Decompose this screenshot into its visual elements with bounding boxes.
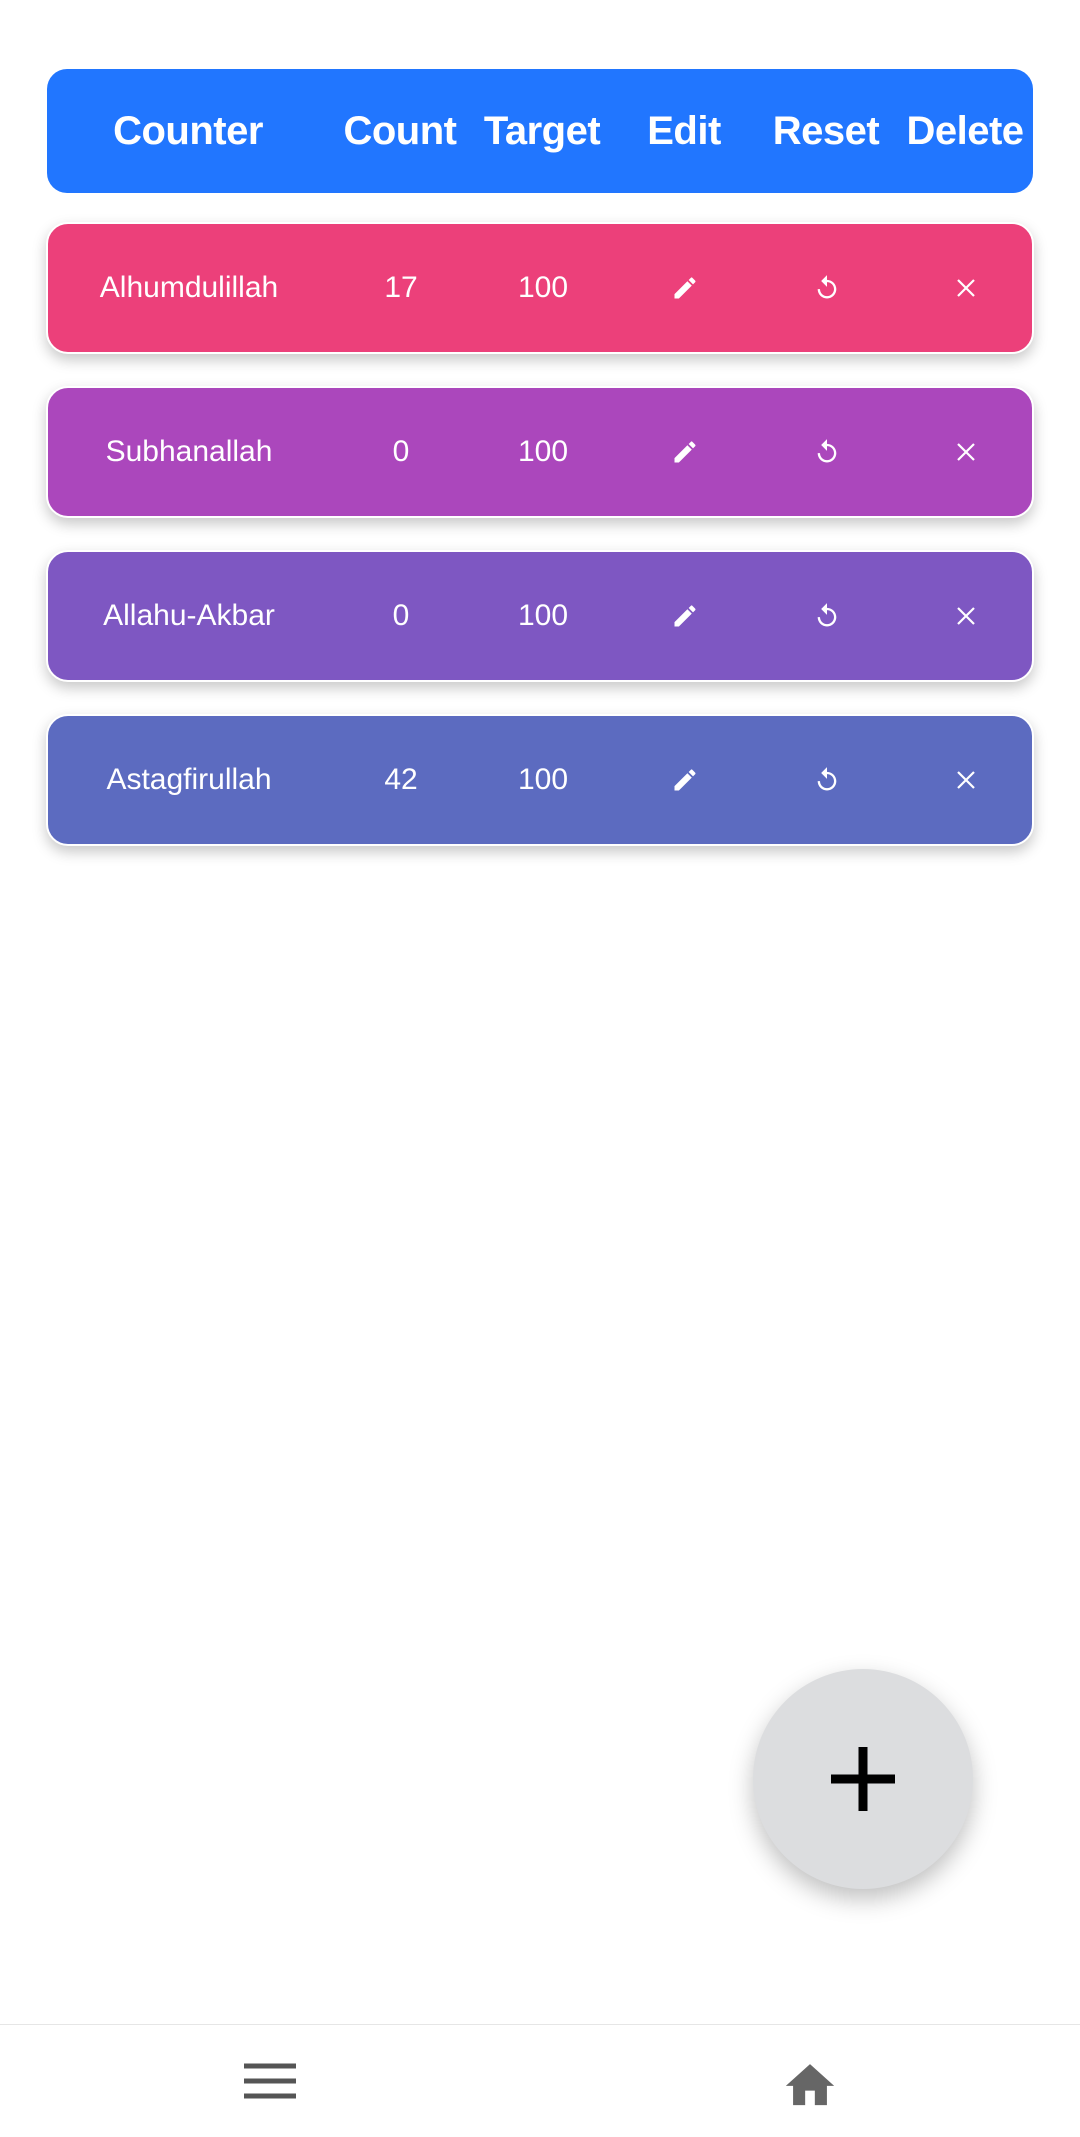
edit-icon	[674, 277, 696, 299]
reset-icon	[817, 603, 837, 627]
edit-icon	[674, 605, 696, 627]
edit-icon	[674, 769, 696, 791]
counter-target: 100	[517, 763, 569, 796]
counter-name: Astagfirullah	[106, 763, 272, 796]
counter-target: 100	[517, 435, 569, 468]
counter-count: 0	[392, 599, 410, 632]
counter-row[interactable]: Allahu-Akbar 0 100	[46, 550, 1034, 682]
header-target: Target	[483, 108, 601, 153]
counter-name: Allahu-Akbar	[103, 599, 275, 632]
home-button[interactable]	[750, 2025, 870, 2137]
close-icon	[957, 279, 975, 297]
add-counter-button[interactable]	[753, 1669, 973, 1889]
header-reset: Reset	[772, 108, 880, 153]
edit-button[interactable]	[614, 388, 756, 516]
edit-button[interactable]	[614, 716, 756, 844]
counter-name: Subhanallah	[105, 435, 273, 468]
menu-icon	[244, 2063, 296, 2099]
header-edit: Edit	[647, 108, 721, 153]
reset-icon	[817, 439, 837, 463]
home-icon	[785, 2064, 835, 2106]
counter-row[interactable]: Alhumdulillah 17 100	[46, 222, 1034, 354]
counter-target: 100	[517, 599, 569, 632]
table-header: Counter Count Target Edit Reset Delete	[47, 69, 1033, 193]
edit-button[interactable]	[614, 224, 756, 352]
reset-button[interactable]	[756, 388, 898, 516]
counter-target: 100	[517, 271, 569, 304]
edit-icon	[674, 441, 696, 463]
delete-button[interactable]	[898, 552, 1034, 680]
bottom-navigation	[0, 2024, 1080, 2137]
close-icon	[957, 771, 975, 789]
edit-button[interactable]	[614, 552, 756, 680]
counter-row[interactable]: Subhanallah 0 100	[46, 386, 1034, 518]
counter-name: Alhumdulillah	[99, 271, 279, 304]
delete-button[interactable]	[898, 716, 1034, 844]
header-counter: Counter	[113, 108, 263, 153]
delete-button[interactable]	[898, 388, 1034, 516]
reset-icon	[817, 767, 837, 791]
reset-button[interactable]	[756, 716, 898, 844]
delete-button[interactable]	[898, 224, 1034, 352]
counter-row[interactable]: Astagfirullah 42 100	[46, 714, 1034, 846]
counter-count: 0	[392, 435, 410, 468]
reset-button[interactable]	[756, 552, 898, 680]
counter-count: 17	[384, 271, 418, 304]
close-icon	[957, 607, 975, 625]
header-count: Count	[343, 108, 457, 153]
menu-button[interactable]	[210, 2025, 330, 2137]
counter-count: 42	[384, 763, 418, 796]
plus-icon	[831, 1747, 895, 1811]
reset-icon	[817, 275, 837, 299]
reset-button[interactable]	[756, 224, 898, 352]
header-delete: Delete	[906, 108, 1024, 153]
close-icon	[957, 443, 975, 461]
